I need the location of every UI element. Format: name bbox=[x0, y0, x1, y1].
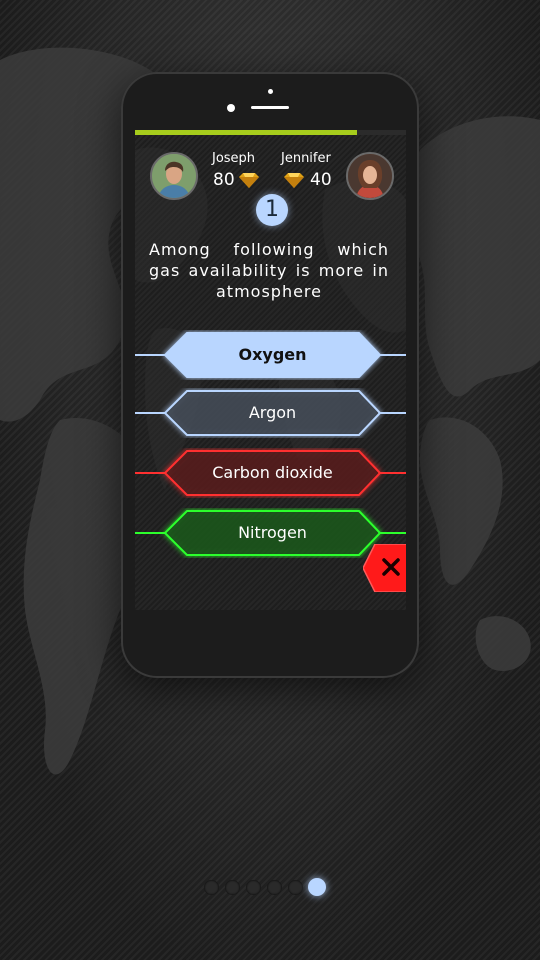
page-dot[interactable] bbox=[204, 880, 219, 895]
player-left-avatar bbox=[150, 152, 198, 200]
timer-bar bbox=[135, 130, 406, 135]
answer-option-label: Nitrogen bbox=[238, 523, 307, 542]
player-right-name: Jennifer bbox=[281, 151, 331, 166]
answer-option-argon[interactable]: Argon bbox=[135, 388, 406, 438]
speaker-grille bbox=[251, 106, 289, 109]
page-dot[interactable] bbox=[308, 878, 326, 896]
player-right-score: 40 bbox=[310, 170, 332, 190]
gem-icon bbox=[284, 173, 304, 188]
camera-icon bbox=[227, 104, 235, 112]
gem-icon bbox=[239, 173, 259, 188]
answer-option-label: Carbon dioxide bbox=[212, 463, 333, 482]
player-right-avatar bbox=[346, 152, 394, 200]
answer-option-label: Oxygen bbox=[238, 345, 307, 364]
quiz-screen: Joseph 80 Jennifer 40 1 Among following … bbox=[135, 130, 406, 610]
question-number-badge: 1 bbox=[256, 194, 288, 226]
answer-option-carbon-dioxide[interactable]: Carbon dioxide bbox=[135, 448, 406, 498]
page-dot[interactable] bbox=[267, 880, 282, 895]
player-left-name: Joseph bbox=[212, 151, 256, 166]
answer-option-label: Argon bbox=[248, 403, 297, 422]
player-left-score: 80 bbox=[213, 170, 235, 190]
page-dot[interactable] bbox=[246, 880, 261, 895]
timer-bar-fill bbox=[135, 130, 358, 135]
close-button[interactable] bbox=[363, 544, 406, 592]
sensor-dot bbox=[268, 89, 273, 94]
page-dot[interactable] bbox=[288, 880, 303, 895]
question-text: Among following which gas availability i… bbox=[149, 240, 389, 301]
page-dot[interactable] bbox=[225, 880, 240, 895]
answer-option-oxygen[interactable]: Oxygen bbox=[135, 330, 406, 380]
